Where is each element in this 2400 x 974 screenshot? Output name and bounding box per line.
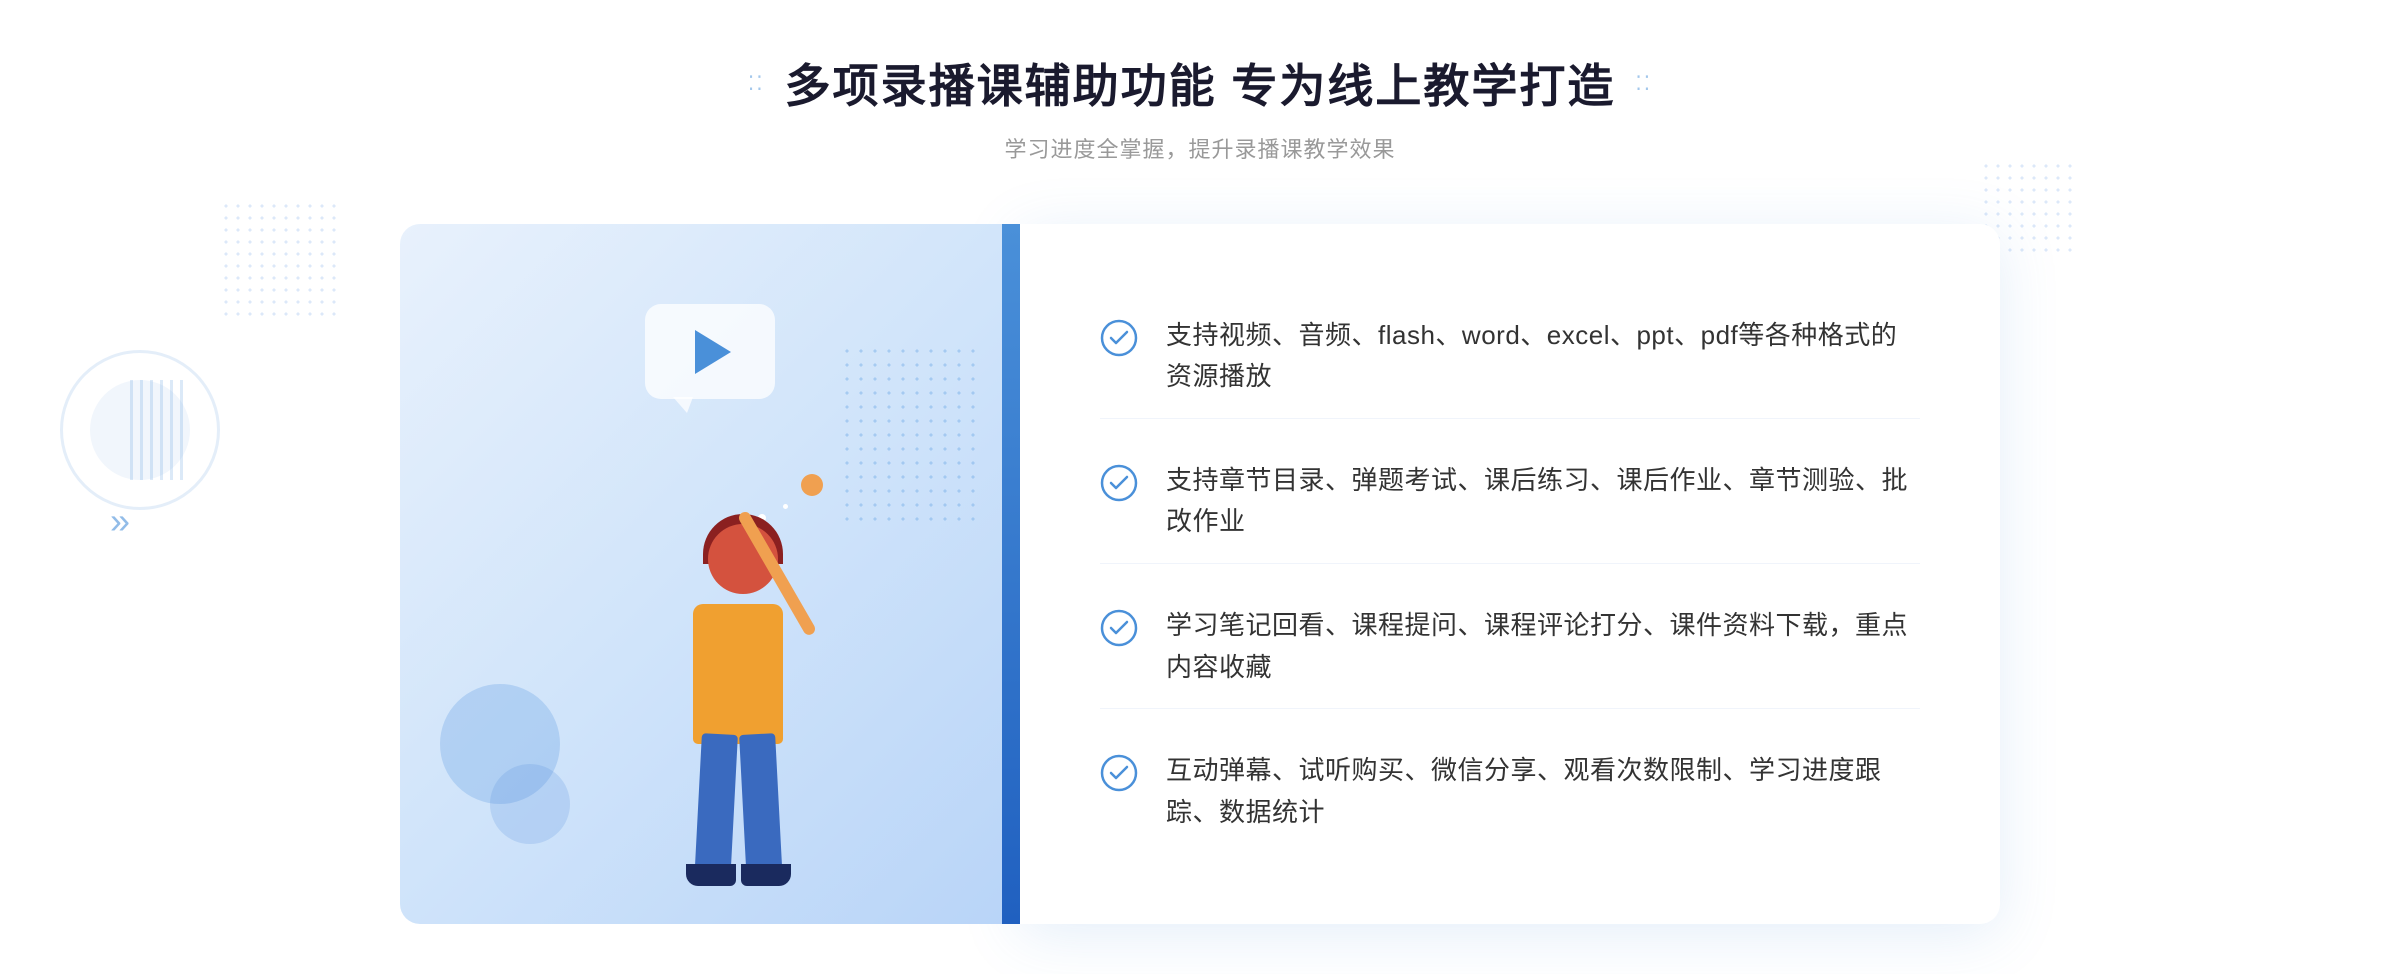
person-illustration <box>598 464 878 924</box>
left-illustration-panel <box>400 224 1020 924</box>
feature-item-1: 支持视频、音频、flash、word、excel、ppt、pdf等各种格式的资源… <box>1100 295 1920 419</box>
page-wrapper: » ⁚⁚ 多项录播课辅助功能 专为线上教学打造 ⁚⁚ 学习进度全掌握，提升录播课… <box>0 0 2400 974</box>
play-icon <box>695 330 731 374</box>
feature-item-4: 互动弹幕、试听购买、微信分享、观看次数限制、学习进度跟踪、数据统计 <box>1100 730 1920 853</box>
header-dots-right: ⁚⁚ <box>1635 71 1652 96</box>
person-leg-right <box>739 733 783 885</box>
panel-circle-2 <box>490 764 570 844</box>
page-title: 多项录播课辅助功能 专为线上教学打造 <box>785 50 1616 116</box>
accent-bar <box>1002 224 1020 924</box>
feature-item-2: 支持章节目录、弹题考试、课后练习、课后作业、章节测验、批改作业 <box>1100 440 1920 564</box>
play-bubble <box>645 304 775 414</box>
title-row: ⁚⁚ 多项录播课辅助功能 专为线上教学打造 ⁚⁚ <box>748 50 1652 116</box>
header-dots-left: ⁚⁚ <box>748 71 765 96</box>
check-icon-3 <box>1100 609 1138 647</box>
sparkle-2 <box>783 504 788 509</box>
person-foot-left <box>686 864 736 886</box>
feature-text-3: 学习笔记回看、课程提问、课程评论打分、课件资料下载，重点内容收藏 <box>1166 605 1920 688</box>
header-section: ⁚⁚ 多项录播课辅助功能 专为线上教学打造 ⁚⁚ 学习进度全掌握，提升录播课教学… <box>748 50 1652 164</box>
feature-text-2: 支持章节目录、弹题考试、课后练习、课后作业、章节测验、批改作业 <box>1166 460 1920 543</box>
stripe-decoration <box>130 380 190 480</box>
person-leg-left <box>694 733 738 885</box>
person-hand <box>801 474 823 496</box>
page-subtitle: 学习进度全掌握，提升录播课教学效果 <box>748 132 1652 164</box>
person-foot-right <box>741 864 791 886</box>
chevron-left-icon: » <box>110 500 122 542</box>
dots-decoration-left <box>220 200 340 320</box>
features-panel: 支持视频、音频、flash、word、excel、ppt、pdf等各种格式的资源… <box>1020 224 2000 924</box>
person-body <box>693 604 783 744</box>
check-icon-1 <box>1100 319 1138 357</box>
check-icon-4 <box>1100 754 1138 792</box>
feature-item-3: 学习笔记回看、课程提问、课程评论打分、课件资料下载，重点内容收藏 <box>1100 585 1920 709</box>
feature-text-4: 互动弹幕、试听购买、微信分享、观看次数限制、学习进度跟踪、数据统计 <box>1166 750 1920 833</box>
main-content: 支持视频、音频、flash、word、excel、ppt、pdf等各种格式的资源… <box>400 224 2000 924</box>
play-bubble-bg <box>645 304 775 399</box>
check-icon-2 <box>1100 464 1138 502</box>
feature-text-1: 支持视频、音频、flash、word、excel、ppt、pdf等各种格式的资源… <box>1166 315 1920 398</box>
